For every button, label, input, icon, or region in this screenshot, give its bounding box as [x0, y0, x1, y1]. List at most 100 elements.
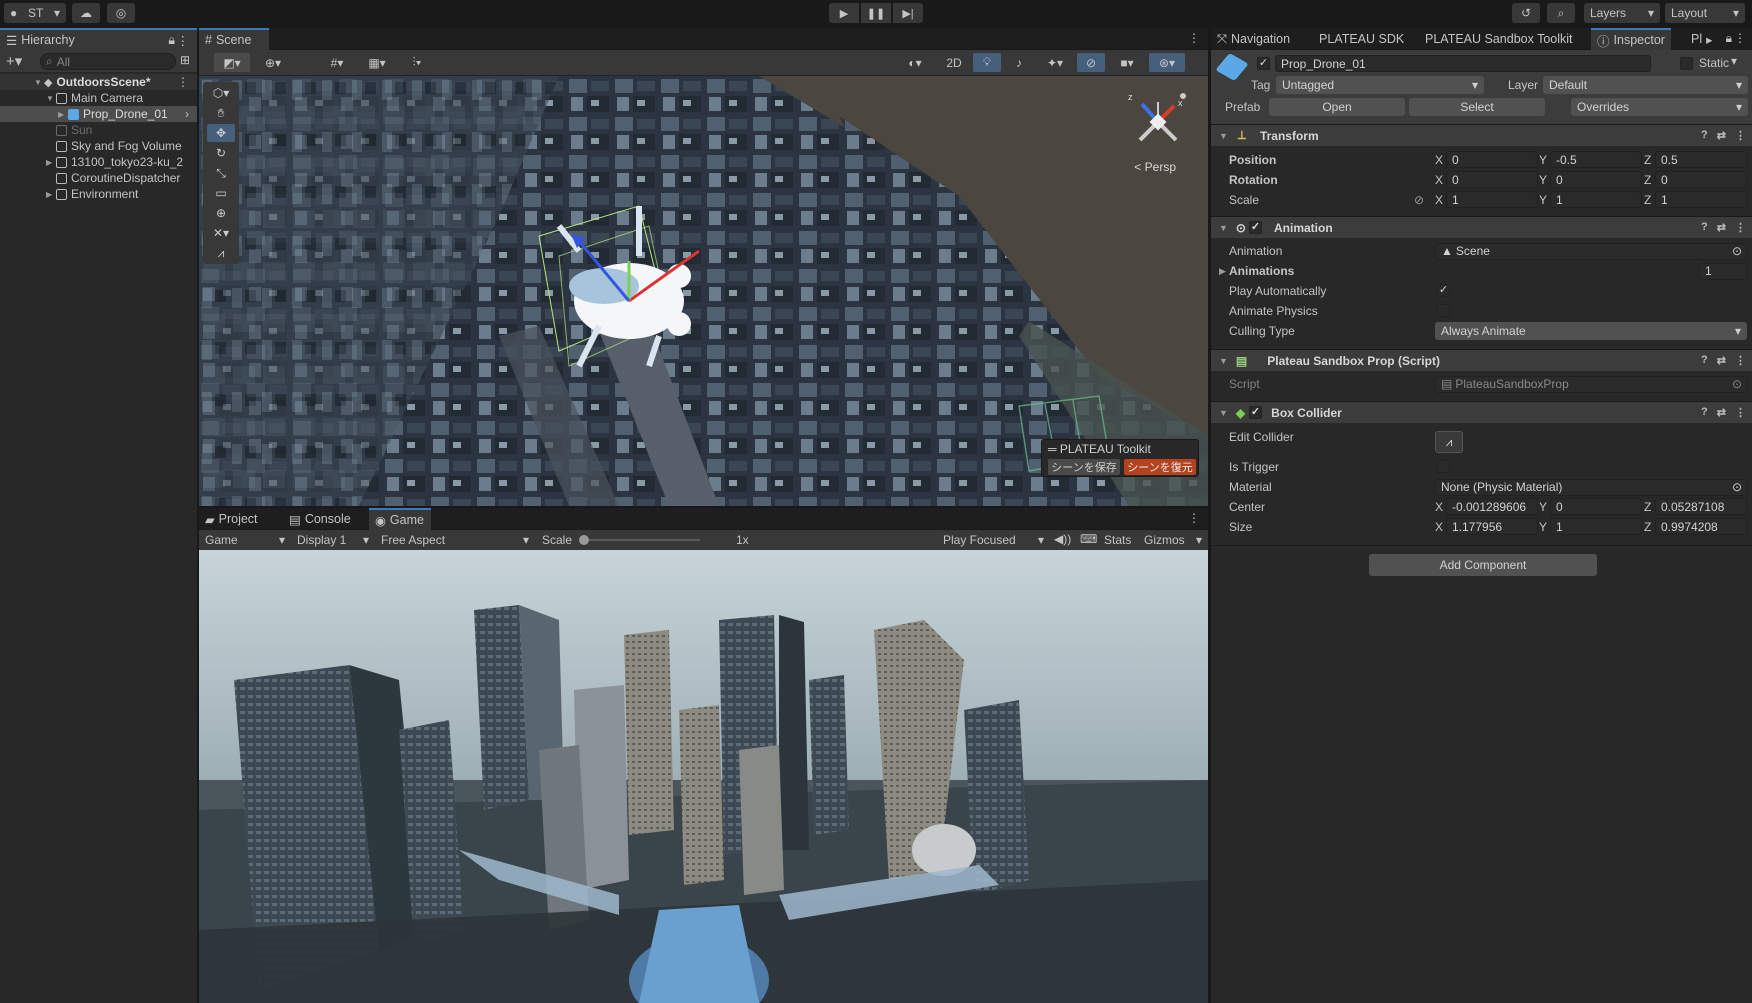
more-icon[interactable]: ⋮ — [1735, 221, 1746, 234]
search-options-icon[interactable]: ⊞ — [180, 53, 190, 67]
gizmos-dropdown[interactable]: ⊛▾ — [1149, 53, 1185, 72]
size-z-field[interactable]: 0.9974208 — [1655, 518, 1747, 535]
prefab-select-button[interactable]: Select — [1409, 98, 1545, 116]
animation-enabled-checkbox[interactable]: ✓ — [1249, 221, 1262, 234]
game-viewport[interactable] — [199, 550, 1208, 1003]
position-z-field[interactable]: 0.5 — [1655, 151, 1747, 168]
increment-snap-dropdown[interactable]: ⫶▾ — [399, 53, 435, 72]
scale-slider[interactable] — [580, 539, 700, 541]
script-header[interactable]: ▼ ▤ Plateau Sandbox Prop (Script) ? ⇄ ⋮ — [1211, 349, 1752, 371]
animate-physics-checkbox[interactable] — [1437, 304, 1450, 317]
more-icon[interactable]: ⋮ — [177, 33, 190, 48]
tab-plateau-sdk[interactable]: PLATEAU SDK — [1313, 28, 1410, 50]
hierarchy-item[interactable]: ▼ Main Camera — [0, 90, 197, 106]
animation-clip-field[interactable]: ▲ Scene ⊙ — [1435, 242, 1747, 260]
drag-handle-icon[interactable]: ═ — [1048, 442, 1057, 456]
chevron-right-icon[interactable]: › — [185, 107, 189, 121]
lock-icon[interactable]: 🔒︎ — [168, 33, 175, 48]
help-icon[interactable]: ? — [1701, 406, 1708, 419]
tab-scene[interactable]: # Scene — [199, 28, 269, 50]
hand-tool[interactable]: ✋︎ — [207, 104, 235, 122]
is-trigger-checkbox[interactable] — [1437, 460, 1450, 473]
object-name-field[interactable]: Prop_Drone_01 — [1275, 55, 1651, 72]
camera-dropdown[interactable]: ■▾ — [1109, 53, 1145, 72]
preset-icon[interactable]: ⇄ — [1717, 354, 1726, 367]
history-button[interactable]: ↺ — [1512, 3, 1540, 23]
hierarchy-item[interactable]: CoroutineDispatcher — [0, 170, 197, 186]
box-collider-header[interactable]: ▼ ◆ ✓ Box Collider ? ⇄ ⋮ — [1211, 401, 1752, 423]
shading-mode-dropdown[interactable]: ◐▾ — [897, 53, 933, 72]
transform-tool[interactable]: ⊕ — [207, 204, 235, 222]
transform-header[interactable]: ▼ ⟂ Transform ? ⇄ ⋮ — [1211, 124, 1752, 146]
display-dropdown[interactable]: Display 1 ▾ — [293, 531, 373, 549]
more-icon[interactable]: ⋮ — [1188, 511, 1200, 525]
object-picker-icon[interactable]: ⊙ — [1732, 480, 1742, 494]
expand-icon[interactable]: ▼ — [46, 94, 56, 103]
center-y-field[interactable]: 0 — [1550, 498, 1642, 515]
gizmos-dropdown[interactable]: Gizmos ▾ — [1142, 531, 1204, 549]
hierarchy-item[interactable]: ▶ Environment — [0, 186, 197, 202]
more-icon[interactable]: ⋮ — [1735, 354, 1746, 367]
active-checkbox[interactable]: ✓ — [1257, 57, 1270, 70]
restore-scene-button[interactable]: シーンを復元 — [1124, 459, 1196, 475]
scale-y-field[interactable]: 1 — [1550, 191, 1642, 208]
search-button[interactable]: ⌕ — [1547, 3, 1575, 23]
object-picker-icon[interactable]: ⊙ — [1732, 244, 1742, 258]
rotation-x-field[interactable]: 0 — [1446, 171, 1538, 188]
edit-collider-tool[interactable]: ⩘ — [207, 244, 235, 262]
play-focused-dropdown[interactable]: Play Focused ▾ — [941, 531, 1046, 549]
tab-console[interactable]: ▤ Console — [283, 508, 365, 530]
tab-hierarchy[interactable]: ☰ Hierarchy 🔒︎ ⋮ — [0, 28, 197, 50]
grid-snap-dropdown[interactable]: #▾ — [319, 53, 355, 72]
audio-toggle[interactable]: ♪ — [1005, 53, 1033, 72]
lighting-toggle[interactable]: 💡︎ — [973, 53, 1001, 72]
edit-collider-button[interactable]: ⩘ — [1435, 431, 1463, 453]
keyboard-icon[interactable]: ⌨ — [1080, 532, 1097, 546]
scale-x-field[interactable]: 1 — [1446, 191, 1538, 208]
expand-icon[interactable]: ▶ — [46, 158, 56, 167]
toggle-2d-button[interactable]: 2D — [939, 53, 969, 72]
center-z-field[interactable]: 0.05287108 — [1655, 498, 1747, 515]
persp-label[interactable]: < Persp — [1134, 160, 1176, 174]
rect-tool[interactable]: ▭ — [207, 184, 235, 202]
culling-dropdown[interactable]: Always Animate ▾ — [1435, 322, 1747, 340]
constrain-proportions-icon[interactable]: ⊘ — [1414, 193, 1424, 207]
rotation-y-field[interactable]: 0 — [1550, 171, 1642, 188]
size-x-field[interactable]: 1.177956 — [1446, 518, 1538, 535]
grid-dropdown[interactable]: ▦▾ — [359, 53, 395, 72]
center-x-field[interactable]: -0.001289606 — [1446, 498, 1538, 515]
effects-dropdown[interactable]: ✦▾ — [1037, 53, 1073, 72]
play-auto-checkbox[interactable]: ✓ — [1437, 284, 1450, 297]
more-icon[interactable]: ⋮ — [1735, 406, 1746, 419]
preset-icon[interactable]: ⇄ — [1717, 406, 1726, 419]
tab-plateau-sandbox-toolkit[interactable]: PLATEAU Sandbox Toolkit — [1419, 28, 1579, 50]
scale-z-field[interactable]: 1 — [1655, 191, 1747, 208]
position-x-field[interactable]: 0 — [1446, 151, 1538, 168]
more-icon[interactable]: ⋮ — [1188, 31, 1200, 45]
play-button[interactable]: ▶ — [829, 3, 859, 23]
hierarchy-item[interactable]: ▶ 13100_tokyo23-ku_2 — [0, 154, 197, 170]
hierarchy-item[interactable]: Sun — [0, 122, 197, 138]
custom-tool-dropdown[interactable]: ✕▾ — [207, 224, 235, 242]
position-y-field[interactable]: -0.5 — [1550, 151, 1642, 168]
global-dropdown[interactable]: ⊕▾ — [255, 53, 291, 72]
game-view-dropdown[interactable]: Game ▾ — [203, 531, 287, 549]
scale-tool[interactable]: ⤡ — [207, 164, 235, 182]
add-icon[interactable]: +▾ — [6, 52, 22, 70]
add-component-button[interactable]: Add Component — [1369, 554, 1597, 576]
aspect-dropdown[interactable]: Free Aspect ▾ — [377, 531, 533, 549]
scale-slider-thumb[interactable] — [579, 535, 589, 545]
tab-pl[interactable]: Pl ▸ — [1685, 28, 1718, 50]
expand-icon[interactable]: ▶ — [46, 190, 56, 199]
preset-icon[interactable]: ⇄ — [1717, 129, 1726, 142]
more-icon[interactable]: ⋮ — [177, 75, 189, 89]
more-icon[interactable]: ⋮ — [1734, 31, 1746, 45]
prefab-overrides-dropdown[interactable]: Overrides ▾ — [1571, 98, 1748, 116]
stats-button[interactable]: Stats — [1104, 533, 1131, 547]
pause-button[interactable]: ❚❚ — [861, 3, 891, 23]
animations-row[interactable]: ▶ Animations 1 — [1211, 261, 1752, 281]
tab-navigation[interactable]: ⤧ Navigation — [1211, 28, 1296, 50]
draw-mode-dropdown[interactable]: ◩▾ — [214, 53, 250, 72]
material-field[interactable]: None (Physic Material) ⊙ — [1435, 478, 1747, 496]
tab-game[interactable]: ◉ Game — [369, 508, 431, 530]
